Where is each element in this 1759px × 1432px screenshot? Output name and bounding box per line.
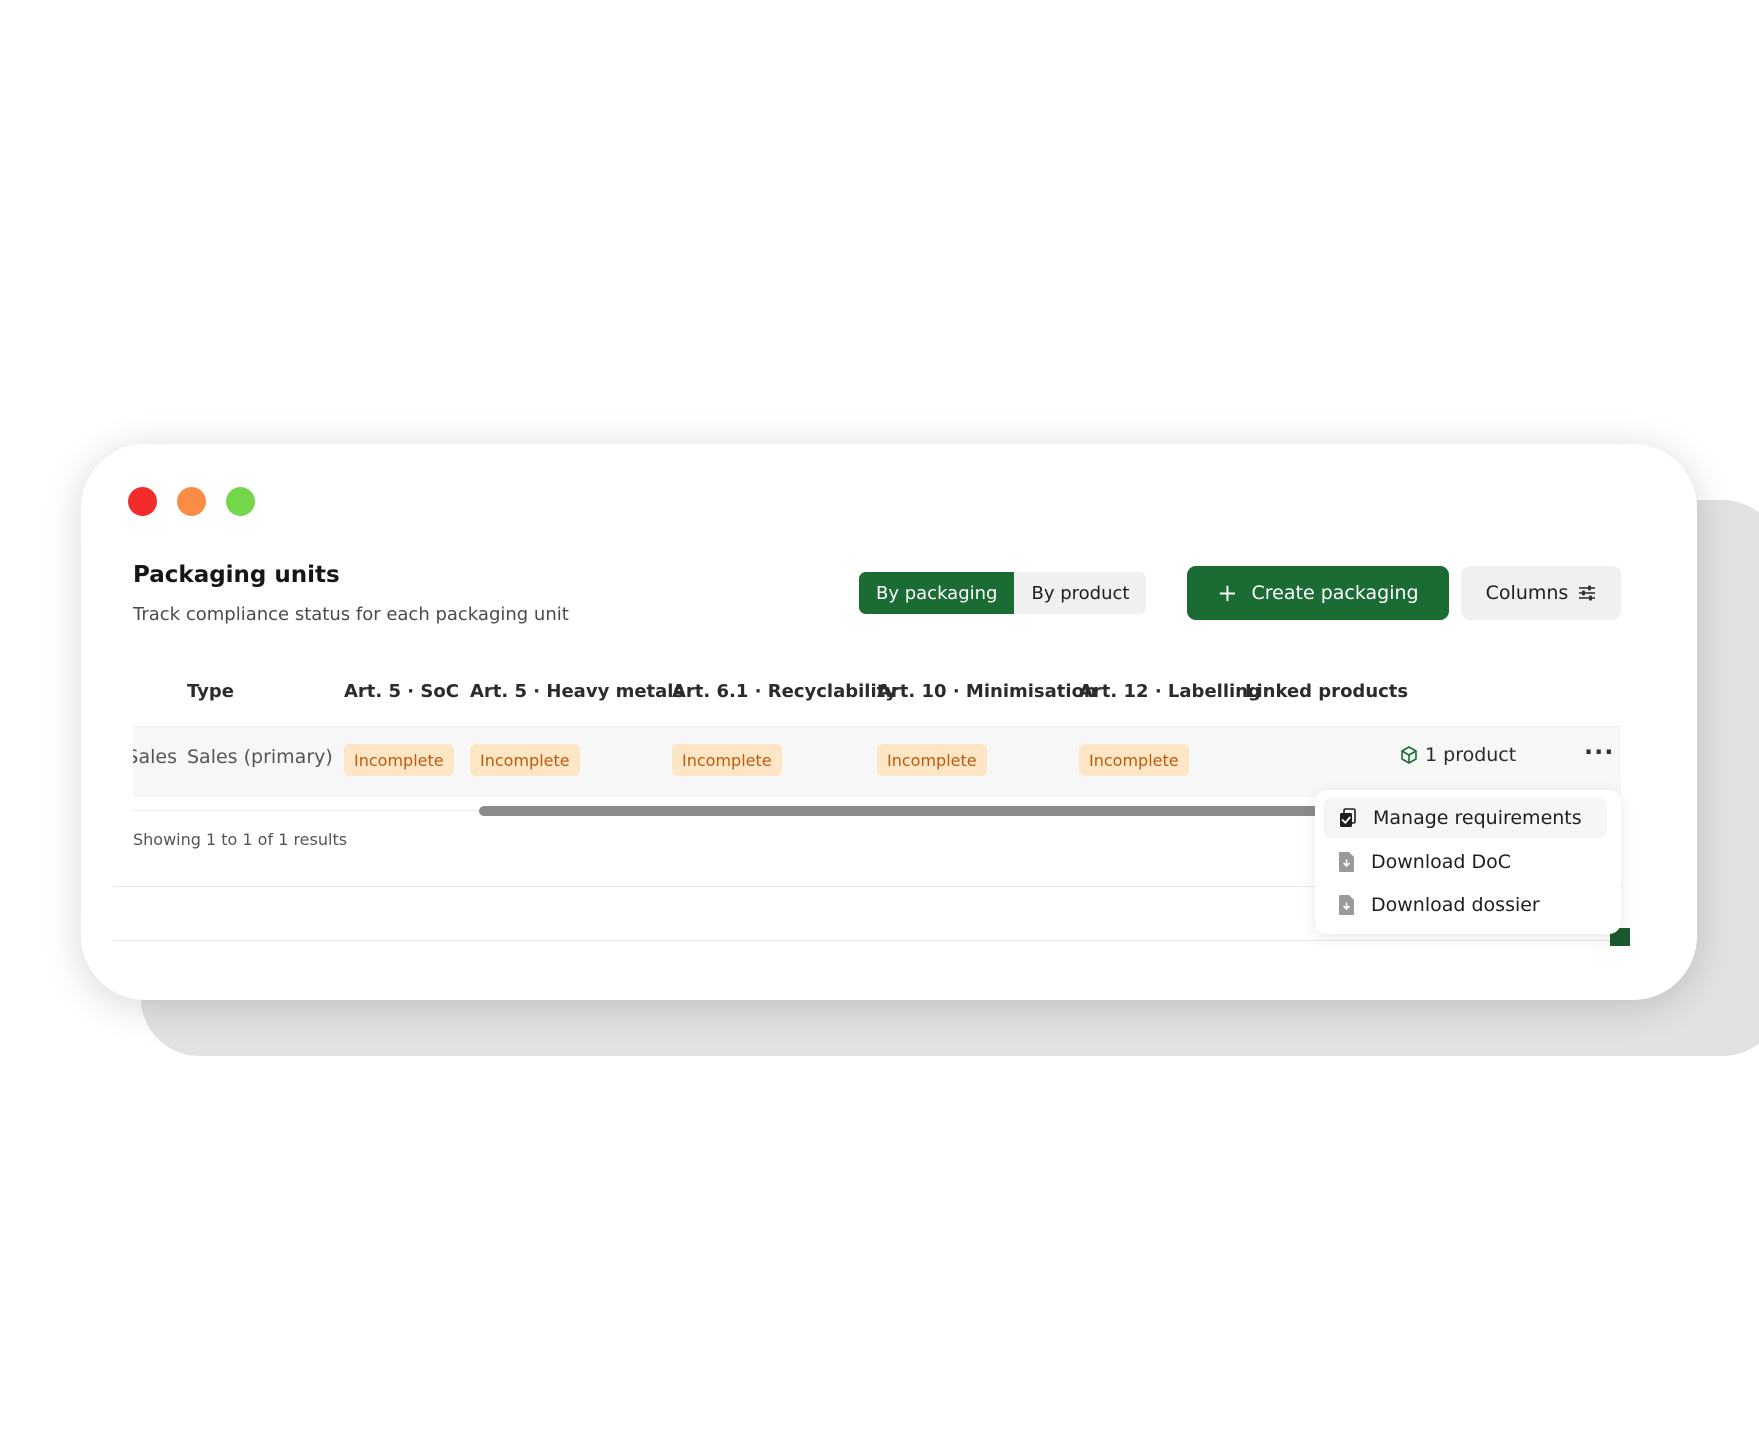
columns-button[interactable]: Columns	[1461, 566, 1621, 620]
package-icon	[1401, 746, 1417, 764]
sliders-icon	[1579, 585, 1596, 601]
page-title: Packaging units	[133, 562, 340, 588]
horizontal-scrollbar-thumb[interactable]	[479, 806, 1329, 816]
toggle-by-packaging[interactable]: By packaging	[859, 572, 1015, 614]
menu-item-download-dossier[interactable]: Download dossier	[1323, 885, 1607, 925]
row-action-menu: Manage requirements Download DoC Downloa…	[1315, 790, 1621, 934]
clipboard-check-icon	[1340, 808, 1356, 827]
plus-icon: +	[1217, 579, 1238, 607]
pagination-summary: Showing 1 to 1 of 1 results	[133, 830, 348, 849]
column-header-art5-heavy-metals[interactable]: Art. 5 · Heavy metals	[470, 681, 684, 702]
linked-products-link[interactable]: 1 product	[1399, 744, 1516, 766]
create-packaging-button[interactable]: + Create packaging	[1187, 566, 1449, 620]
columns-label: Columns	[1485, 582, 1569, 604]
status-badge-art5-heavy-metals: Incomplete	[470, 744, 580, 776]
status-badge-art12-labelling: Incomplete	[1079, 744, 1189, 776]
menu-item-label: Manage requirements	[1373, 807, 1582, 829]
clipped-cell: Sales	[133, 746, 177, 768]
column-header-art5-soc[interactable]: Art. 5 · SoC	[344, 681, 459, 702]
document-download-icon	[1339, 895, 1354, 915]
column-header-art12-labelling[interactable]: Art. 12 · Labelling	[1079, 681, 1261, 702]
status-badge-art61-recyclability: Incomplete	[672, 744, 782, 776]
window-close-dot[interactable]	[128, 487, 157, 516]
menu-item-label: Download dossier	[1371, 894, 1540, 916]
page-subtitle: Track compliance status for each packagi…	[133, 604, 569, 625]
status-badge-art5-soc: Incomplete	[344, 744, 454, 776]
create-packaging-label: Create packaging	[1251, 582, 1419, 604]
column-header-linked-products[interactable]: Linked products	[1245, 681, 1408, 702]
menu-item-download-doc[interactable]: Download DoC	[1323, 842, 1607, 882]
status-badge-art10-minimisation: Incomplete	[877, 744, 987, 776]
document-download-icon	[1339, 852, 1354, 872]
column-header-art61-recyclability[interactable]: Art. 6.1 · Recyclability	[672, 681, 897, 702]
linked-products-label: 1 product	[1425, 744, 1517, 766]
more-icon[interactable]: ···	[1584, 738, 1614, 766]
cell-type: Sales (primary)	[187, 746, 333, 768]
column-header-type[interactable]: Type	[187, 681, 234, 702]
window-minimize-dot[interactable]	[177, 487, 206, 516]
app-window: Packaging units Track compliance status …	[81, 444, 1697, 1000]
footer-divider-bottom	[113, 940, 1623, 941]
view-toggle: By packaging By product	[859, 572, 1147, 614]
column-header-art10-minimisation[interactable]: Art. 10 · Minimisation	[877, 681, 1097, 702]
toggle-by-product[interactable]: By product	[1014, 572, 1147, 614]
window-maximize-dot[interactable]	[226, 487, 255, 516]
menu-item-label: Download DoC	[1371, 851, 1512, 873]
menu-item-manage-requirements[interactable]: Manage requirements	[1323, 798, 1607, 838]
